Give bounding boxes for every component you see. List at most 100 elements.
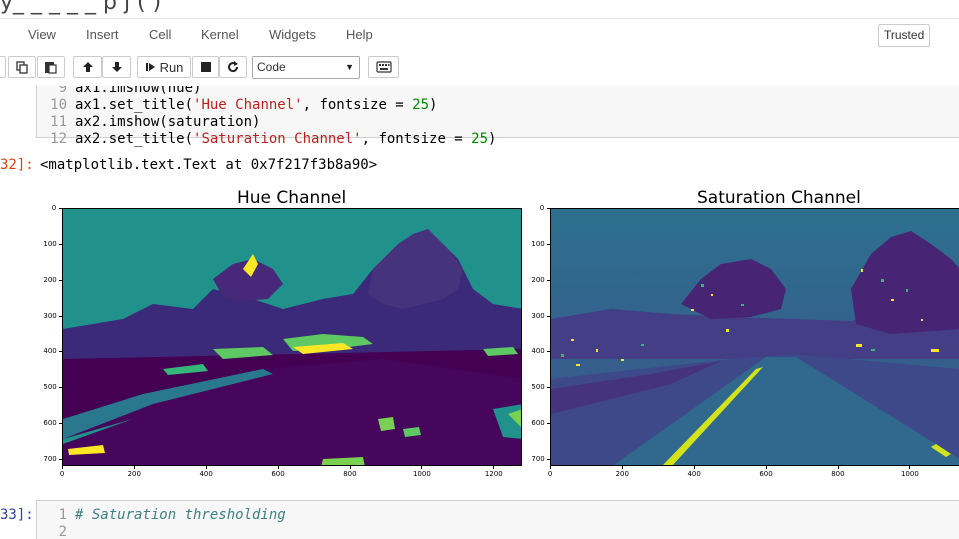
window-title: y_ _ _ _ _ p j ( ) — [0, 0, 162, 15]
y-tick-mark — [59, 458, 62, 460]
restart-icon — [228, 61, 239, 73]
menu-kernel[interactable]: Kernel — [201, 27, 239, 42]
chevron-down-icon: ▼ — [345, 62, 354, 72]
x-tick-label: 1000 — [412, 470, 431, 478]
menu-bar: View Insert Cell Kernel Widgets Help Tru… — [0, 18, 959, 53]
x-tick-label: 800 — [831, 470, 845, 478]
menu-help[interactable]: Help — [346, 27, 373, 42]
stop-icon — [200, 62, 211, 72]
x-tick-mark — [837, 466, 839, 469]
x-tick-mark — [493, 466, 495, 469]
cell-type-value: Code — [257, 60, 286, 74]
y-tick-label: 0 — [51, 204, 57, 212]
x-tick-label: 600 — [759, 470, 773, 478]
x-tick-label: 400 — [687, 470, 701, 478]
run-icon — [145, 63, 155, 71]
x-tick-mark — [421, 466, 423, 469]
copy-icon — [16, 61, 28, 74]
y-tick-mark — [59, 315, 62, 317]
toolbar: Run Code ▼ — [0, 52, 959, 86]
keyboard-icon — [375, 61, 392, 73]
x-tick-mark — [621, 466, 623, 469]
y-tick-mark — [59, 208, 62, 209]
x-tick-label: 800 — [343, 470, 357, 478]
x-tick-label: 200 — [127, 470, 141, 478]
notebook-container[interactable]: 9 ax1.imshow(hue) 10 ax1.set_title('Hue Ch… — [0, 86, 959, 539]
cut-button[interactable] — [0, 56, 6, 78]
y-tick-label: 400 — [531, 347, 545, 356]
y-tick-mark — [547, 315, 550, 317]
stop-button[interactable] — [192, 56, 219, 78]
paste-button[interactable] — [37, 56, 65, 78]
output-prompt: 32]: — [0, 157, 34, 173]
y-tick-mark — [59, 423, 62, 424]
y-tick-label: 400 — [43, 347, 57, 356]
command-palette-button[interactable] — [368, 56, 399, 78]
y-tick-label: 100 — [43, 239, 57, 248]
code-cell-input-2[interactable]: 1 # Saturation thresholding 2 — [36, 500, 959, 539]
x-tick-label: 1200 — [484, 470, 503, 478]
output-text: <matplotlib.text.Text at 0x7f217f3b8a90> — [40, 157, 378, 173]
code-line: 11 ax2.imshow(saturation) — [50, 114, 261, 130]
y-tick-mark — [547, 351, 550, 353]
trusted-indicator[interactable]: Trusted — [878, 24, 931, 47]
y-tick-mark — [59, 387, 62, 389]
hue-plot-title: Hue Channel — [237, 188, 347, 208]
y-tick-mark — [547, 458, 550, 460]
code-line: 10 ax1.set_title('Hue Channel', fontsize … — [50, 97, 438, 113]
y-tick-label: 300 — [531, 311, 545, 320]
menu-cell[interactable]: Cell — [149, 27, 171, 42]
move-down-button[interactable] — [102, 56, 131, 78]
x-tick-label: 1000 — [900, 470, 919, 478]
menu-view[interactable]: View — [28, 27, 56, 42]
y-tick-mark — [59, 243, 62, 245]
x-tick-mark — [765, 466, 767, 469]
restart-button[interactable] — [219, 56, 247, 78]
y-tick-label: 500 — [531, 383, 545, 392]
y-tick-mark — [547, 208, 550, 209]
x-tick-mark — [277, 466, 279, 469]
arrow-down-icon — [111, 62, 122, 72]
hue-channel-image — [62, 208, 522, 466]
y-tick-label: 200 — [43, 275, 57, 284]
input-prompt: 33]: — [0, 507, 34, 523]
code-cell-input[interactable]: 9 ax1.imshow(hue) 10 ax1.set_title('Hue Ch… — [36, 86, 959, 147]
x-tick-label: 0 — [547, 470, 553, 478]
y-tick-mark — [547, 423, 550, 424]
x-tick-mark — [909, 466, 911, 469]
arrow-up-icon — [82, 62, 93, 72]
paste-icon — [45, 62, 57, 74]
x-tick-mark — [62, 466, 63, 469]
y-tick-mark — [547, 243, 550, 245]
y-tick-label: 700 — [43, 454, 57, 463]
x-tick-mark — [349, 466, 351, 469]
y-tick-mark — [547, 279, 550, 281]
run-button-label: Run — [159, 59, 184, 75]
y-tick-label: 0 — [539, 204, 545, 212]
y-tick-mark — [547, 387, 550, 389]
run-button[interactable]: Run — [137, 56, 191, 78]
x-tick-label: 0 — [59, 470, 65, 478]
code-line: 9 ax1.imshow(hue) — [58, 86, 202, 96]
y-tick-label: 100 — [531, 239, 545, 248]
y-tick-label: 200 — [531, 275, 545, 284]
code-line: 1 # Saturation thresholding — [58, 507, 286, 523]
x-tick-label: 600 — [271, 470, 285, 478]
menu-widgets[interactable]: Widgets — [269, 27, 316, 42]
move-up-button[interactable] — [73, 56, 102, 78]
x-tick-label: 200 — [615, 470, 629, 478]
y-tick-label: 600 — [43, 419, 57, 427]
y-tick-mark — [59, 351, 62, 353]
x-tick-label: 400 — [199, 470, 213, 478]
saturation-plot-title: Saturation Channel — [697, 188, 861, 208]
code-line: 2 — [58, 524, 67, 539]
cell-type-select[interactable]: Code ▼ — [252, 56, 360, 79]
x-tick-mark — [205, 466, 207, 469]
y-tick-mark — [59, 279, 62, 281]
y-tick-label: 300 — [43, 311, 57, 320]
window-title-bar: y_ _ _ _ _ p j ( ) — [0, 0, 959, 18]
copy-button[interactable] — [8, 56, 36, 78]
saturation-channel-image — [550, 208, 959, 466]
x-tick-mark — [693, 466, 695, 469]
menu-insert[interactable]: Insert — [86, 27, 119, 42]
